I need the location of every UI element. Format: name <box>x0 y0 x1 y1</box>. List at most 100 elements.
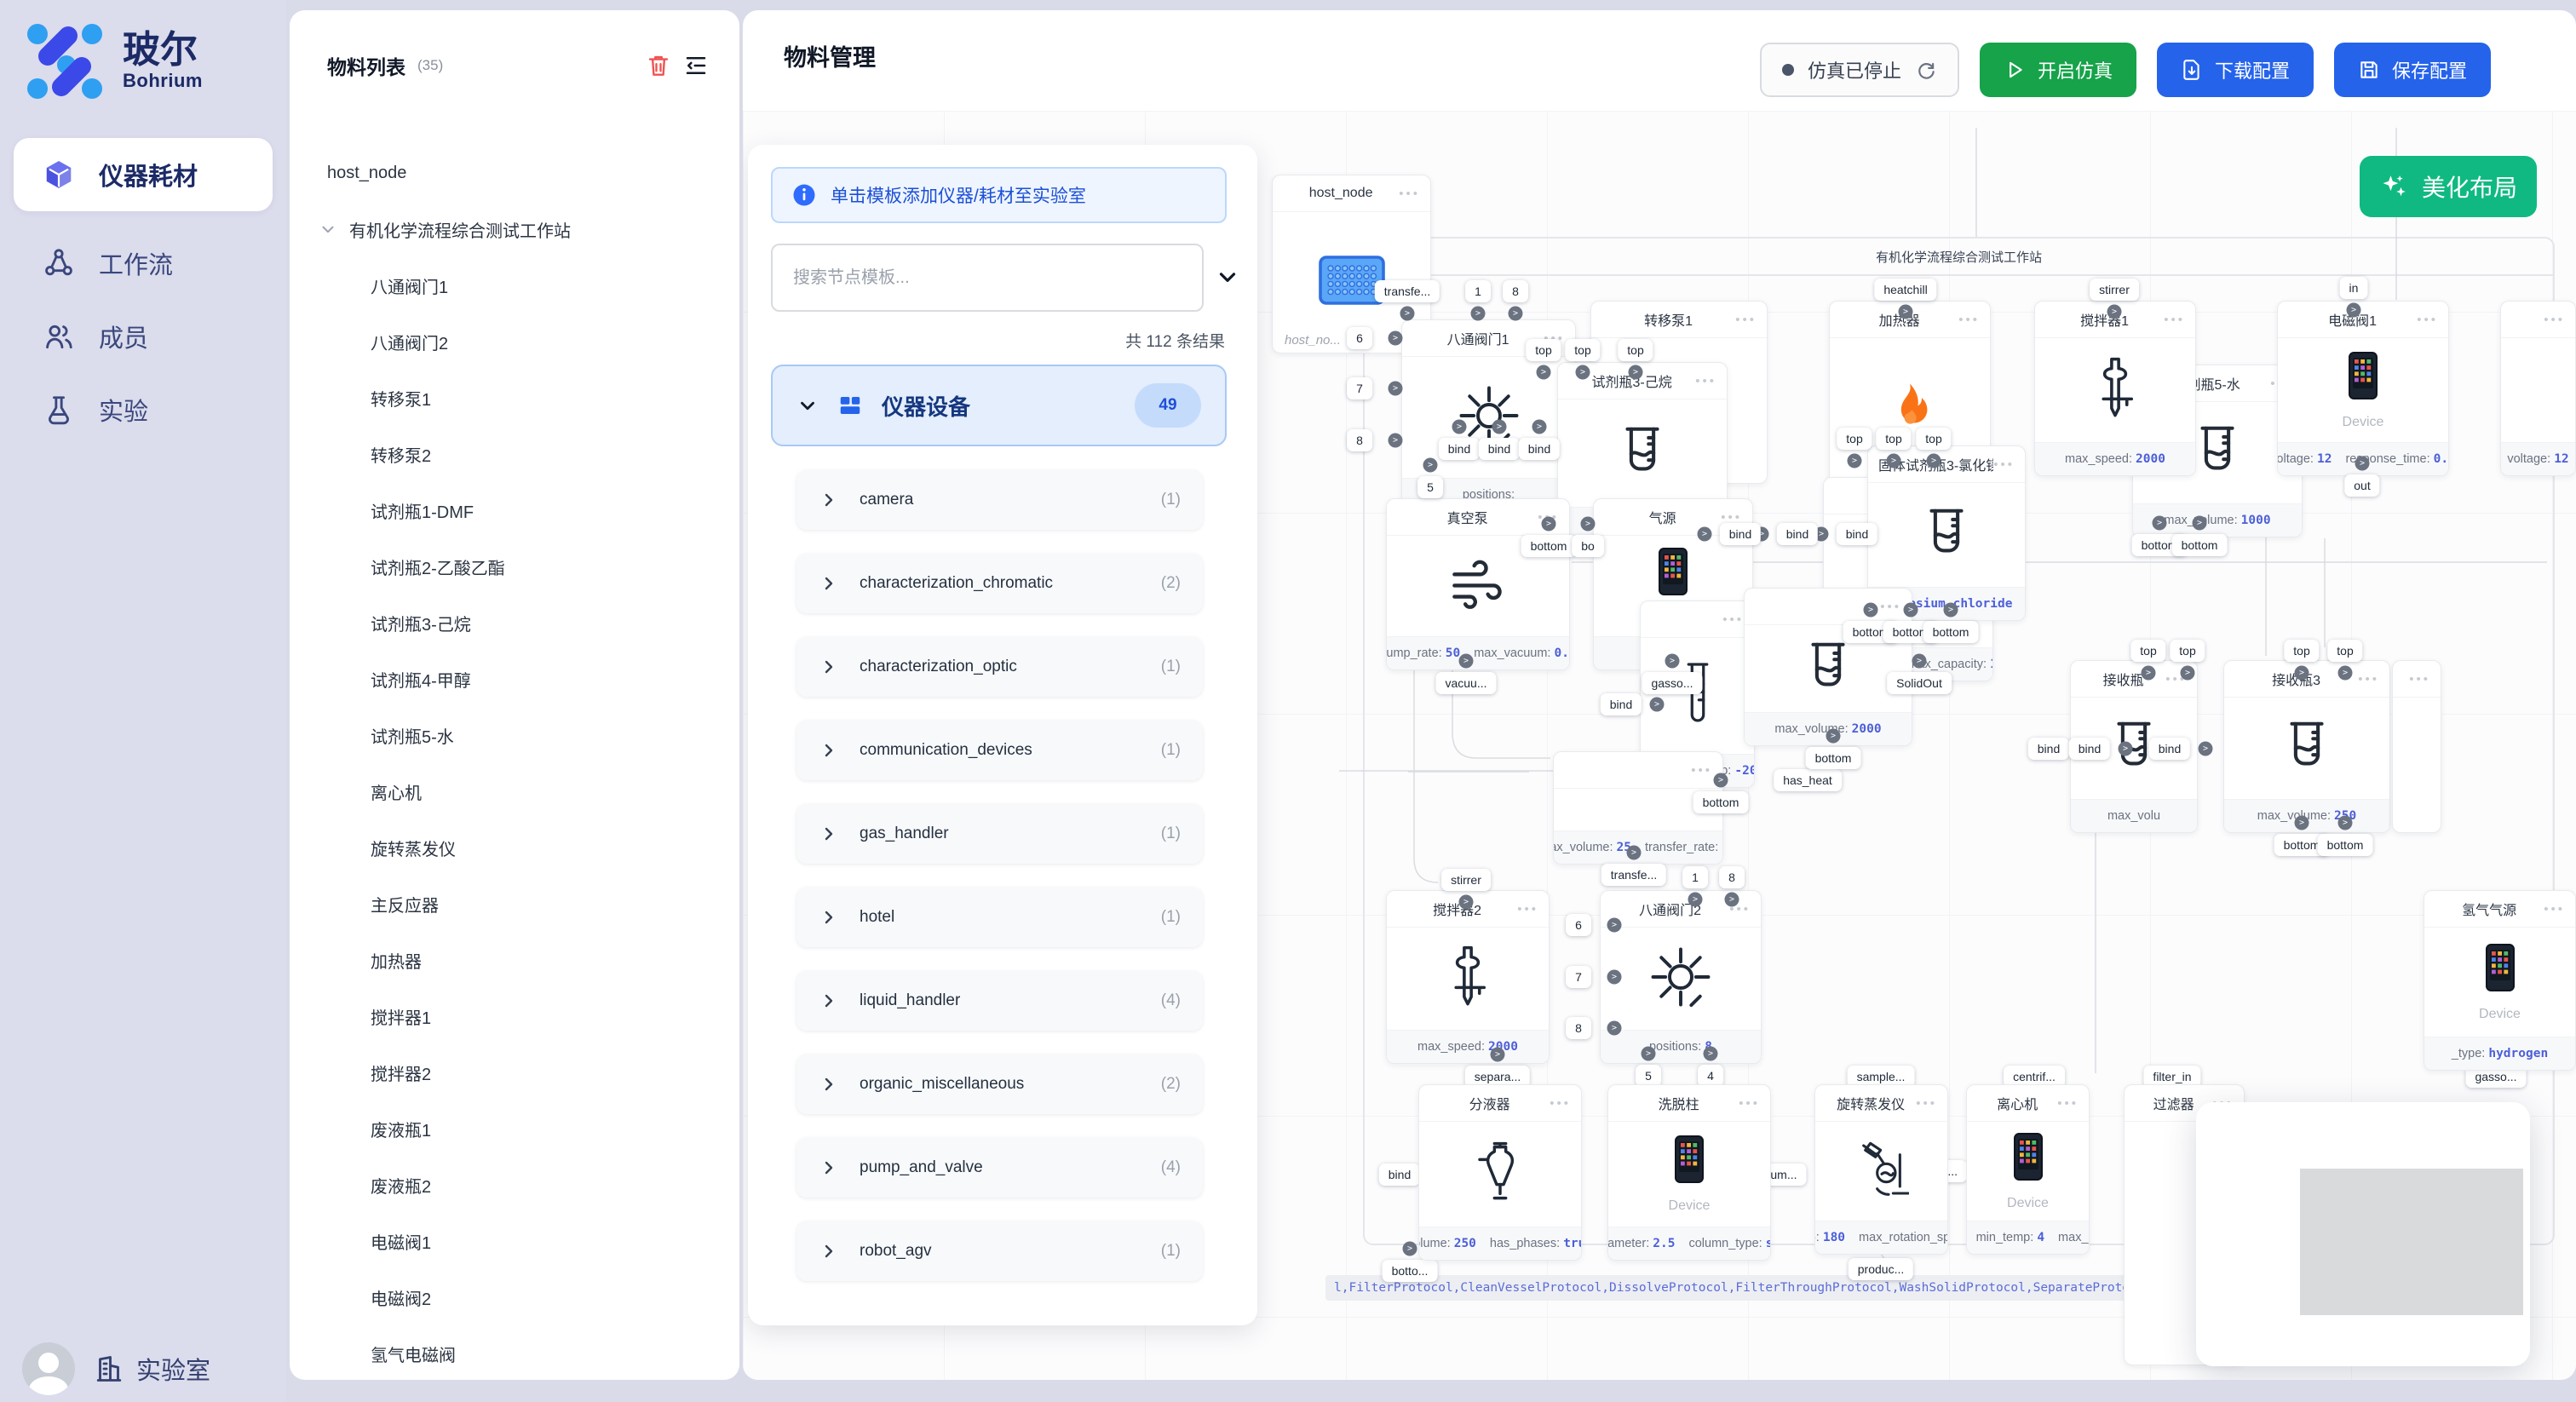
port-dot[interactable]: > <box>1864 603 1878 618</box>
tree-item[interactable]: 废液瓶2 <box>290 1157 739 1213</box>
node-menu-icon[interactable]: ••• <box>1916 1096 1937 1111</box>
sidebar-item-workflow[interactable]: 工作流 <box>14 227 273 300</box>
canvas-node-分液器[interactable]: 分液器•••volume: 250has_phases: true <box>1418 1084 1582 1261</box>
node-menu-icon[interactable]: ••• <box>1695 374 1716 388</box>
port-dot[interactable]: > <box>1471 307 1486 321</box>
port-dot[interactable]: > <box>1452 420 1467 434</box>
category-item-communication_devices[interactable]: communication_devices(1) <box>796 721 1203 780</box>
node-menu-icon[interactable]: ••• <box>2409 672 2430 687</box>
port-dot[interactable]: > <box>2107 305 2122 319</box>
port-dot[interactable]: > <box>1629 365 1643 380</box>
port-dot[interactable]: > <box>1607 970 1622 985</box>
collapse-list-icon[interactable] <box>683 53 709 78</box>
save-config-button[interactable]: 保存配置 <box>2334 43 2491 97</box>
trash-icon[interactable] <box>646 53 671 78</box>
node-menu-icon[interactable]: ••• <box>1722 612 1744 627</box>
port-dot[interactable]: > <box>1509 307 1523 321</box>
port-dot[interactable]: > <box>1698 527 1712 542</box>
port-dot[interactable]: > <box>2338 816 2353 830</box>
port-dot[interactable]: > <box>1491 1048 1505 1062</box>
tree-item[interactable]: 搅拌器2 <box>290 1044 739 1100</box>
port-dot[interactable]: > <box>1389 434 1403 448</box>
node-menu-icon[interactable]: ••• <box>1739 1096 1760 1111</box>
tree-item[interactable]: 八通阀门2 <box>290 313 739 370</box>
node-menu-icon[interactable]: ••• <box>2544 902 2565 916</box>
node-menu-icon[interactable]: ••• <box>1993 457 2015 472</box>
port-dot[interactable]: > <box>1642 1047 1656 1061</box>
tree-item[interactable]: 离心机 <box>290 763 739 819</box>
port-dot[interactable]: > <box>1848 454 1862 468</box>
category-item-characterization_optic[interactable]: characterization_optic(1) <box>796 637 1203 697</box>
port-dot[interactable]: > <box>2181 666 2195 681</box>
canvas-node[interactable]: •••max_volume: 2000 <box>1744 588 1912 746</box>
node-menu-icon[interactable]: ••• <box>1880 600 1901 614</box>
start-simulation-button[interactable]: 开启仿真 <box>1980 43 2136 97</box>
sidebar-item-members[interactable]: 成员 <box>14 300 273 373</box>
canvas-node[interactable]: •••voltage: 12 <box>2500 301 2576 476</box>
category-item-hotel[interactable]: hotel(1) <box>796 888 1203 947</box>
port-dot[interactable]: > <box>1532 420 1547 434</box>
category-item-liquid_handler[interactable]: liquid_handler(4) <box>796 971 1203 1031</box>
chevron-down-icon[interactable] <box>1215 264 1240 290</box>
node-menu-icon[interactable]: ••• <box>2544 313 2565 327</box>
category-item-pump_and_valve[interactable]: pump_and_valve(4) <box>796 1138 1203 1198</box>
tree-item[interactable]: 试剂瓶5-水 <box>290 707 739 763</box>
lab-switcher[interactable]: 实验室 <box>94 1351 210 1387</box>
port-dot[interactable]: > <box>1581 517 1596 531</box>
canvas-node-搅拌器2[interactable]: 搅拌器2•••max_speed: 2000 <box>1386 890 1550 1064</box>
canvas-node-电磁阀1[interactable]: 电磁阀1•••Devicevoltage: 12response_time: 0… <box>2277 301 2449 476</box>
tree-item[interactable]: 八通阀门1 <box>290 257 739 313</box>
port-dot[interactable]: > <box>2355 457 2370 471</box>
port-dot[interactable]: > <box>1607 1021 1622 1036</box>
canvas-node[interactable]: ••• <box>2392 660 2441 833</box>
tree-item[interactable]: 旋转蒸发仪 <box>290 819 739 876</box>
port-dot[interactable]: > <box>1423 458 1438 473</box>
port-dot[interactable]: > <box>1576 365 1590 380</box>
tree-item[interactable]: 主反应器 <box>290 876 739 932</box>
canvas-node-搅拌器1[interactable]: 搅拌器1•••max_speed: 2000 <box>2034 301 2196 476</box>
category-item-gas_handler[interactable]: gas_handler(1) <box>796 804 1203 864</box>
port-dot[interactable]: > <box>2295 816 2309 830</box>
tree-item[interactable]: 试剂瓶1-DMF <box>290 482 739 538</box>
tree-item[interactable]: 氢气电磁阀 <box>290 1325 739 1380</box>
port-dot[interactable]: > <box>2347 303 2361 318</box>
tree-item[interactable]: 电磁阀1 <box>290 1213 739 1269</box>
port-dot[interactable]: > <box>1912 654 1927 669</box>
port-dot[interactable]: > <box>1899 305 1913 319</box>
node-menu-icon[interactable]: ••• <box>2164 313 2185 327</box>
port-dot[interactable]: > <box>1627 846 1642 860</box>
node-menu-icon[interactable]: ••• <box>1958 313 1980 327</box>
port-dot[interactable]: > <box>1904 603 1918 618</box>
beautify-layout-button[interactable]: 美化布局 <box>2360 156 2537 217</box>
tree-item[interactable]: 转移泵1 <box>290 370 739 426</box>
port-dot[interactable]: > <box>1537 365 1551 380</box>
port-dot[interactable]: > <box>1389 331 1403 346</box>
canvas-node-旋转蒸发仪[interactable]: 旋转蒸发仪•••temp: 180max_rotation_speed: <box>1814 1084 1948 1255</box>
node-menu-icon[interactable]: ••• <box>1517 902 1538 916</box>
tree-item[interactable]: 废液瓶1 <box>290 1100 739 1157</box>
node-menu-icon[interactable]: ••• <box>1550 1096 1571 1111</box>
node-menu-icon[interactable]: ••• <box>1691 763 1712 778</box>
category-item-robot_agv[interactable]: robot_agv(1) <box>796 1221 1203 1281</box>
tree-item[interactable]: 试剂瓶4-甲醇 <box>290 651 739 707</box>
port-dot[interactable]: > <box>1459 654 1474 669</box>
sidebar-item-experiment[interactable]: 实验 <box>14 373 273 446</box>
section-instruments[interactable]: 仪器设备 49 <box>771 365 1227 446</box>
refresh-icon[interactable] <box>1915 59 1937 81</box>
port-dot[interactable]: > <box>1492 420 1507 434</box>
chevron-down-icon[interactable] <box>319 220 337 238</box>
port-dot[interactable]: > <box>1714 773 1728 788</box>
tree-item[interactable]: host_node <box>290 145 739 201</box>
node-menu-icon[interactable]: ••• <box>1735 313 1757 327</box>
port-dot[interactable]: > <box>1403 1242 1417 1256</box>
port-dot[interactable]: > <box>1459 895 1474 910</box>
canvas-node-氢气气源[interactable]: 氢气气源•••Device_type: hydrogen <box>2424 890 2576 1071</box>
node-menu-icon[interactable]: ••• <box>2057 1096 2079 1111</box>
port-dot[interactable]: > <box>2119 742 2133 756</box>
category-item-characterization_chromatic[interactable]: characterization_chromatic(2) <box>796 554 1203 613</box>
sidebar-item-instruments[interactable]: 仪器耗材 <box>14 138 273 211</box>
download-config-button[interactable]: 下载配置 <box>2157 43 2314 97</box>
search-input[interactable] <box>771 244 1204 312</box>
node-menu-icon[interactable]: ••• <box>1721 510 1742 525</box>
port-dot[interactable]: > <box>1400 307 1415 321</box>
